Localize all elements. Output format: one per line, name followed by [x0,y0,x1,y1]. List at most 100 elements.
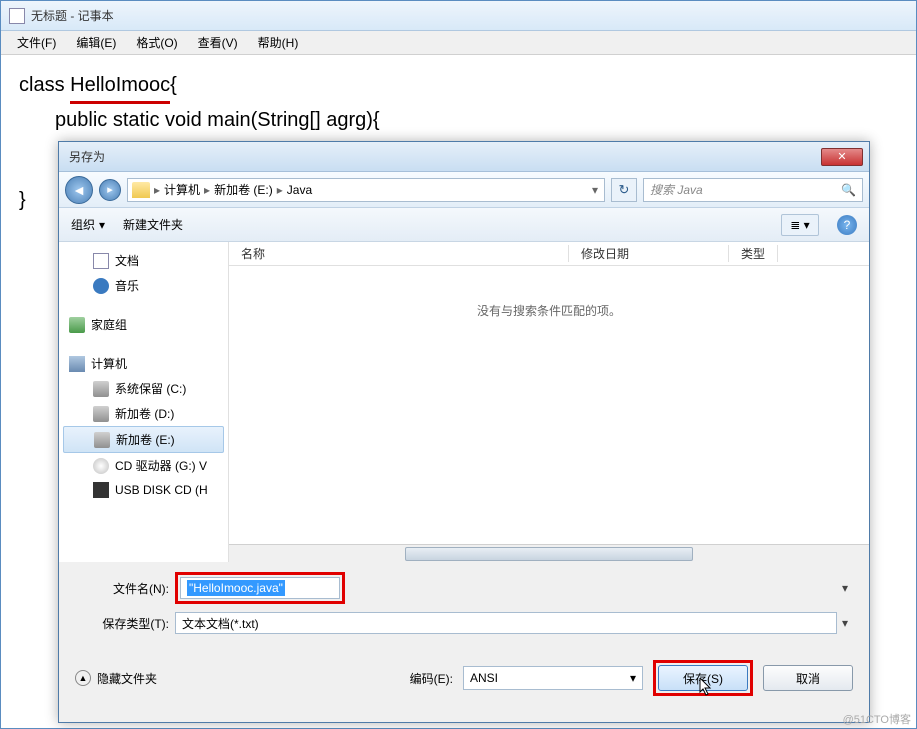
chevron-down-icon[interactable]: ▾ [592,183,598,197]
sidebar[interactable]: 文档 音乐 家庭组 计算机 系统保留 (C:) 新加卷 (D:) 新加卷 (E:… [59,242,229,562]
chevron-right-icon: ▸ [277,183,283,197]
dialog-footer: ▲ 隐藏文件夹 编码(E): ANSI ▾ 保存(S) 取消 [59,648,869,708]
refresh-button[interactable]: ↻ [611,178,637,202]
chevron-right-icon: ▸ [154,183,160,197]
save-button[interactable]: 保存(S) [658,665,748,691]
column-name[interactable]: 名称 [229,245,569,262]
filename-value: "HelloImooc.java" [187,580,285,596]
view-options-button[interactable]: ≣ ▾ [781,214,819,236]
menu-view[interactable]: 查看(V) [190,32,246,53]
dialog-title: 另存为 [65,148,821,165]
sidebar-item-drive-e[interactable]: 新加卷 (E:) [63,426,224,453]
new-folder-button[interactable]: 新建文件夹 [123,216,183,233]
sidebar-item-music[interactable]: 音乐 [59,273,228,298]
empty-message: 没有与搜索条件匹配的项。 [229,302,869,319]
sidebar-item-label: USB DISK CD (H [115,483,208,497]
cancel-button[interactable]: 取消 [763,665,853,691]
chevron-down-icon: ▾ [99,218,105,232]
drive-icon [93,406,109,422]
menu-file[interactable]: 文件(F) [9,32,64,53]
encoding-select[interactable]: ANSI ▾ [463,666,643,690]
usb-icon [93,482,109,498]
scrollbar-thumb[interactable] [405,547,693,561]
dialog-titlebar[interactable]: 另存为 ✕ [59,142,869,172]
organize-button[interactable]: 组织 ▾ [71,216,105,233]
notepad-icon [9,8,25,24]
annotation-highlight: 保存(S) [653,660,753,696]
nav-forward-button[interactable]: ▸ [99,179,121,201]
menu-format[interactable]: 格式(O) [128,32,185,53]
column-type[interactable]: 类型 [729,245,778,262]
sidebar-item-label: 系统保留 (C:) [115,380,186,397]
code-keyword: class [19,74,70,96]
dialog-nav: ◄ ▸ ▸ 计算机 ▸ 新加卷 (E:) ▸ Java ▾ ↻ 搜索 Java … [59,172,869,208]
filename-row: 文件名(N): "HelloImooc.java" ▾ [75,572,853,604]
sidebar-item-documents[interactable]: 文档 [59,248,228,273]
sidebar-item-label: CD 驱动器 (G:) V [115,457,207,474]
notepad-menubar: 文件(F) 编辑(E) 格式(O) 查看(V) 帮助(H) [1,31,916,55]
nav-back-button[interactable]: ◄ [65,176,93,204]
filetype-value: 文本文档(*.txt) [182,615,259,632]
code-brace: { [170,74,177,96]
menu-help[interactable]: 帮助(H) [250,32,307,53]
menu-edit[interactable]: 编辑(E) [68,32,124,53]
organize-label: 组织 [71,216,95,233]
sidebar-item-cd[interactable]: CD 驱动器 (G:) V [59,453,228,478]
music-icon [93,278,109,294]
path-segment-folder[interactable]: Java [287,183,312,197]
sidebar-item-usb[interactable]: USB DISK CD (H [59,478,228,502]
filetype-select[interactable]: 文本文档(*.txt) [175,612,837,634]
cd-icon [93,458,109,474]
code-line-2: public static void main(String[] agrg){ [55,104,898,136]
chevron-up-icon: ▲ [75,670,91,686]
code-line-1: class HelloImooc{ [19,69,898,104]
search-icon: 🔍 [841,183,856,197]
sidebar-item-label: 音乐 [115,277,139,294]
sidebar-item-label: 新加卷 (E:) [116,431,175,448]
chevron-right-icon: ▸ [204,183,210,197]
close-button[interactable]: ✕ [821,148,863,166]
cancel-button-label: 取消 [796,670,820,687]
hide-folders-toggle[interactable]: ▲ 隐藏文件夹 [75,670,157,687]
filetype-dropdown[interactable]: ▾ [837,616,853,630]
folder-icon [132,182,150,198]
drive-icon [93,381,109,397]
search-placeholder: 搜索 Java [650,181,703,198]
search-input[interactable]: 搜索 Java 🔍 [643,178,863,202]
saveas-dialog: 另存为 ✕ ◄ ▸ ▸ 计算机 ▸ 新加卷 (E:) ▸ Java ▾ ↻ 搜索… [58,141,870,723]
chevron-down-icon: ▾ [630,671,636,685]
notepad-title: 无标题 - 记事本 [31,7,114,24]
save-button-label: 保存(S) [683,670,723,687]
drive-icon [94,432,110,448]
dialog-toolbar: 组织 ▾ 新建文件夹 ≣ ▾ ? [59,208,869,242]
file-list[interactable]: 名称 修改日期 类型 没有与搜索条件匹配的项。 [229,242,869,562]
filetype-row: 保存类型(T): 文本文档(*.txt) ▾ [75,612,853,634]
watermark: @51CTO博客 [843,711,911,727]
sidebar-item-drive-d[interactable]: 新加卷 (D:) [59,401,228,426]
sidebar-item-label: 计算机 [91,355,127,372]
document-icon [93,253,109,269]
help-button[interactable]: ? [837,215,857,235]
computer-icon [69,356,85,372]
homegroup-icon [69,317,85,333]
path-segment-drive[interactable]: 新加卷 (E:) [214,181,273,198]
sidebar-item-homegroup[interactable]: 家庭组 [59,312,228,337]
horizontal-scrollbar[interactable] [229,544,869,562]
sidebar-item-drive-c[interactable]: 系统保留 (C:) [59,376,228,401]
path-segment-computer[interactable]: 计算机 [164,181,200,198]
breadcrumb[interactable]: ▸ 计算机 ▸ 新加卷 (E:) ▸ Java ▾ [127,178,605,202]
file-list-header: 名称 修改日期 类型 [229,242,869,266]
filename-dropdown[interactable]: ▾ [837,581,853,595]
dialog-fields: 文件名(N): "HelloImooc.java" ▾ 保存类型(T): 文本文… [59,562,869,648]
filetype-label: 保存类型(T): [75,615,175,632]
hide-folders-label: 隐藏文件夹 [97,670,157,687]
encoding-value: ANSI [470,671,498,685]
new-folder-label: 新建文件夹 [123,216,183,233]
dialog-body: 文档 音乐 家庭组 计算机 系统保留 (C:) 新加卷 (D:) 新加卷 (E:… [59,242,869,562]
sidebar-item-label: 文档 [115,252,139,269]
notepad-titlebar[interactable]: 无标题 - 记事本 [1,1,916,31]
column-date[interactable]: 修改日期 [569,245,729,262]
code-classname: HelloImooc [70,69,170,104]
sidebar-item-computer[interactable]: 计算机 [59,351,228,376]
filename-input[interactable]: "HelloImooc.java" [180,577,340,599]
